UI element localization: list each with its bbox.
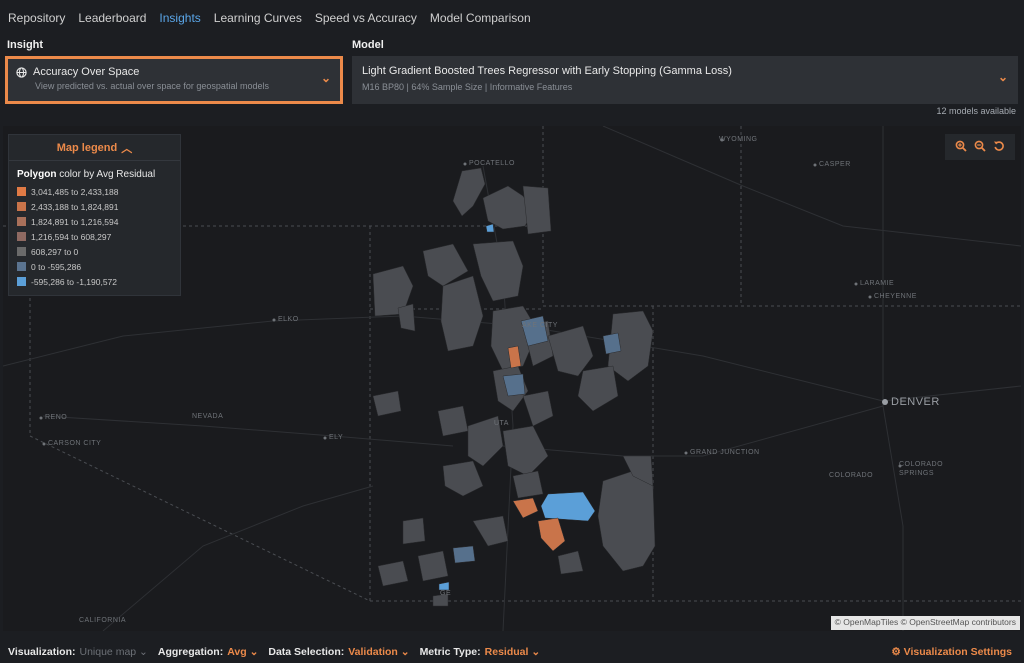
metric-type-select[interactable]: Residual ⌄: [485, 646, 541, 658]
map-legend: Map legend ︿ Polygon color by Avg Residu…: [8, 134, 181, 296]
legend-toggle[interactable]: Map legend ︿: [9, 135, 180, 161]
legend-title: Polygon color by Avg Residual: [9, 161, 180, 184]
data-selection-value: Validation: [348, 645, 398, 658]
visualization-select: Unique map ⌄: [80, 646, 148, 658]
legend-swatch: [17, 262, 26, 271]
insight-title: Accuracy Over Space: [33, 66, 140, 78]
nav-item-insights[interactable]: Insights: [159, 11, 200, 25]
chevron-down-icon: ⌄: [320, 71, 331, 85]
map-label-casper: CASPER: [819, 161, 851, 168]
map-label-denver: DENVER: [891, 396, 940, 408]
visualization-settings-label: Visualization Settings: [903, 645, 1012, 658]
legend-entry-label: 1,216,594 to 608,297: [31, 231, 112, 242]
legend-entry: -595,286 to -1,190,572: [9, 274, 180, 289]
aggregation-select[interactable]: Avg ⌄: [227, 646, 258, 658]
legend-entry: 608,297 to 0: [9, 244, 180, 259]
legend-header-label: Map legend: [56, 141, 118, 154]
data-selection-label: Data Selection:: [268, 645, 345, 658]
insight-section-label: Insight: [7, 39, 44, 51]
legend-swatch: [17, 202, 26, 211]
top-nav: Repository Leaderboard Insights Learning…: [0, 0, 1024, 36]
visualization-settings-button[interactable]: ⚙ Visualization Settings: [891, 646, 1012, 658]
chevron-down-icon: ⌄: [997, 70, 1008, 84]
map-label-wyoming: WYOMING: [719, 136, 758, 143]
map-label-pocatello: POCATELLO: [469, 160, 515, 167]
map-label-cheyenne: CHEYENNE: [874, 293, 917, 300]
bottom-toolbar: Visualization: Unique map ⌄ Aggregation:…: [0, 640, 1024, 663]
map-label-colorado-springs-line1: COLORADO: [899, 461, 944, 468]
legend-title-bold: Polygon: [17, 169, 57, 180]
chevron-down-icon: ⌄: [139, 645, 148, 658]
legend-entry: 1,824,891 to 1,216,594: [9, 214, 180, 229]
legend-swatch: [17, 187, 26, 196]
nav-item-repository[interactable]: Repository: [8, 11, 65, 25]
map-label-laramie: LARAMIE: [860, 280, 895, 287]
map-attribution[interactable]: © OpenMapTiles © OpenStreetMap contribut…: [830, 616, 1020, 630]
models-available-count: 12 models available: [936, 106, 1016, 116]
legend-entry-label: 0 to -595,286: [31, 261, 82, 272]
chevron-up-icon: ︿: [121, 142, 133, 155]
chevron-down-icon: ⌄: [531, 645, 541, 658]
map-label-grand-junction: GRAND JUNCTION: [690, 449, 760, 456]
legend-entry-label: 2,433,188 to 1,824,891: [31, 201, 119, 212]
legend-entry: 0 to -595,286: [9, 259, 180, 274]
model-title: Light Gradient Boosted Trees Regressor w…: [362, 65, 732, 77]
legend-swatch: [17, 247, 26, 256]
legend-entry-label: 3,041,485 to 2,433,188: [31, 186, 119, 197]
map-label-carson-city: CARSON CITY: [48, 440, 102, 447]
legend-entry-label: -595,286 to -1,190,572: [31, 276, 118, 287]
map-label-reno: RENO: [45, 414, 68, 421]
insight-subtitle: View predicted vs. actual over space for…: [35, 81, 269, 91]
legend-entry: 3,041,485 to 2,433,188: [9, 184, 180, 199]
zoom-in-icon[interactable]: [955, 140, 967, 155]
legend-swatch: [17, 232, 26, 241]
map-label-ge: GE: [440, 590, 452, 597]
legend-entry-label: 1,824,891 to 1,216,594: [31, 216, 119, 227]
nav-item-leaderboard[interactable]: Leaderboard: [78, 11, 146, 25]
nav-item-speed-vs-accuracy[interactable]: Speed vs Accuracy: [315, 11, 417, 25]
map-label-utah: UTA: [494, 420, 509, 427]
legend-entry: 2,433,188 to 1,824,891: [9, 199, 180, 214]
insight-dropdown[interactable]: Accuracy Over Space View predicted vs. a…: [5, 56, 343, 104]
aggregation-label: Aggregation:: [157, 645, 224, 658]
gear-icon: ⚙: [891, 645, 901, 658]
map-label-colorado-springs-line2: SPRINGS: [899, 470, 935, 477]
legend-entry-label: 608,297 to 0: [31, 246, 79, 257]
map-label-colorado: COLORADO: [829, 472, 874, 479]
chevron-down-icon: ⌄: [249, 645, 259, 658]
chevron-down-icon: ⌄: [400, 645, 410, 658]
model-dropdown[interactable]: Light Gradient Boosted Trees Regressor w…: [352, 56, 1018, 104]
legend-swatch: [17, 277, 26, 286]
metric-type-value: Residual: [484, 645, 529, 658]
model-section-label: Model: [352, 39, 384, 51]
nav-item-model-comparison[interactable]: Model Comparison: [430, 11, 531, 25]
map-label-elko: ELKO: [278, 316, 299, 323]
data-selection-select[interactable]: Validation ⌄: [348, 646, 409, 658]
metric-type-label: Metric Type:: [419, 645, 481, 658]
model-subtitle: M16 BP80 | 64% Sample Size | Informative…: [362, 82, 573, 92]
visualization-label: Visualization:: [8, 645, 76, 658]
globe-icon: [16, 66, 27, 78]
zoom-controls: [945, 134, 1015, 160]
map-label-california: CALIFORNIA: [79, 617, 127, 624]
aggregation-value: Avg: [227, 645, 247, 658]
legend-swatch: [17, 217, 26, 226]
reset-view-icon[interactable]: [993, 140, 1005, 155]
map-label-ely: ELY: [329, 434, 344, 441]
map-label-nevada: NEVADA: [192, 413, 224, 420]
legend-title-rest: color by Avg Residual: [56, 169, 156, 180]
legend-entry: 1,216,594 to 608,297: [9, 229, 180, 244]
zoom-out-icon[interactable]: [974, 140, 986, 155]
nav-item-learning-curves[interactable]: Learning Curves: [214, 11, 302, 25]
map-label-salt-lake-city: AKE CITY: [522, 322, 558, 329]
visualization-value: Unique map: [79, 645, 137, 658]
